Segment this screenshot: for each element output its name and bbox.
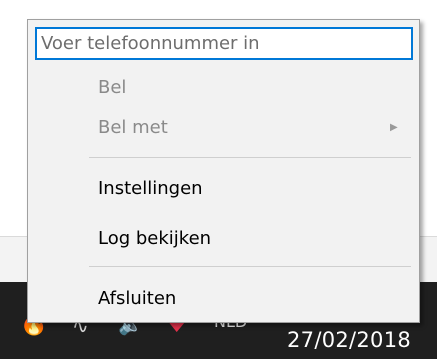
menu-item-settings-label: Instellingen [98, 178, 203, 199]
menu-item-exit[interactable]: Afsluiten [28, 281, 419, 317]
menu-item-exit-label: Afsluiten [98, 288, 177, 309]
menu-separator [89, 157, 411, 158]
menu-item-view-log[interactable]: Log bekijken [28, 221, 419, 257]
submenu-arrow-icon: ▶ [390, 122, 398, 133]
menu-item-call-label: Bel [98, 77, 127, 98]
phone-number-input[interactable] [35, 27, 413, 60]
menu-separator [89, 266, 411, 267]
menu-item-settings[interactable]: Instellingen [28, 171, 419, 207]
menu-item-call[interactable]: Bel [28, 70, 419, 106]
menu-item-call-with-label: Bel met [98, 117, 168, 138]
context-menu: Bel Bel met ▶ Instellingen Log bekijken … [27, 19, 420, 323]
menu-item-view-log-label: Log bekijken [98, 228, 212, 249]
clock-date[interactable]: 27/02/2018 [287, 328, 411, 352]
menu-item-call-with[interactable]: Bel met ▶ [28, 110, 419, 146]
